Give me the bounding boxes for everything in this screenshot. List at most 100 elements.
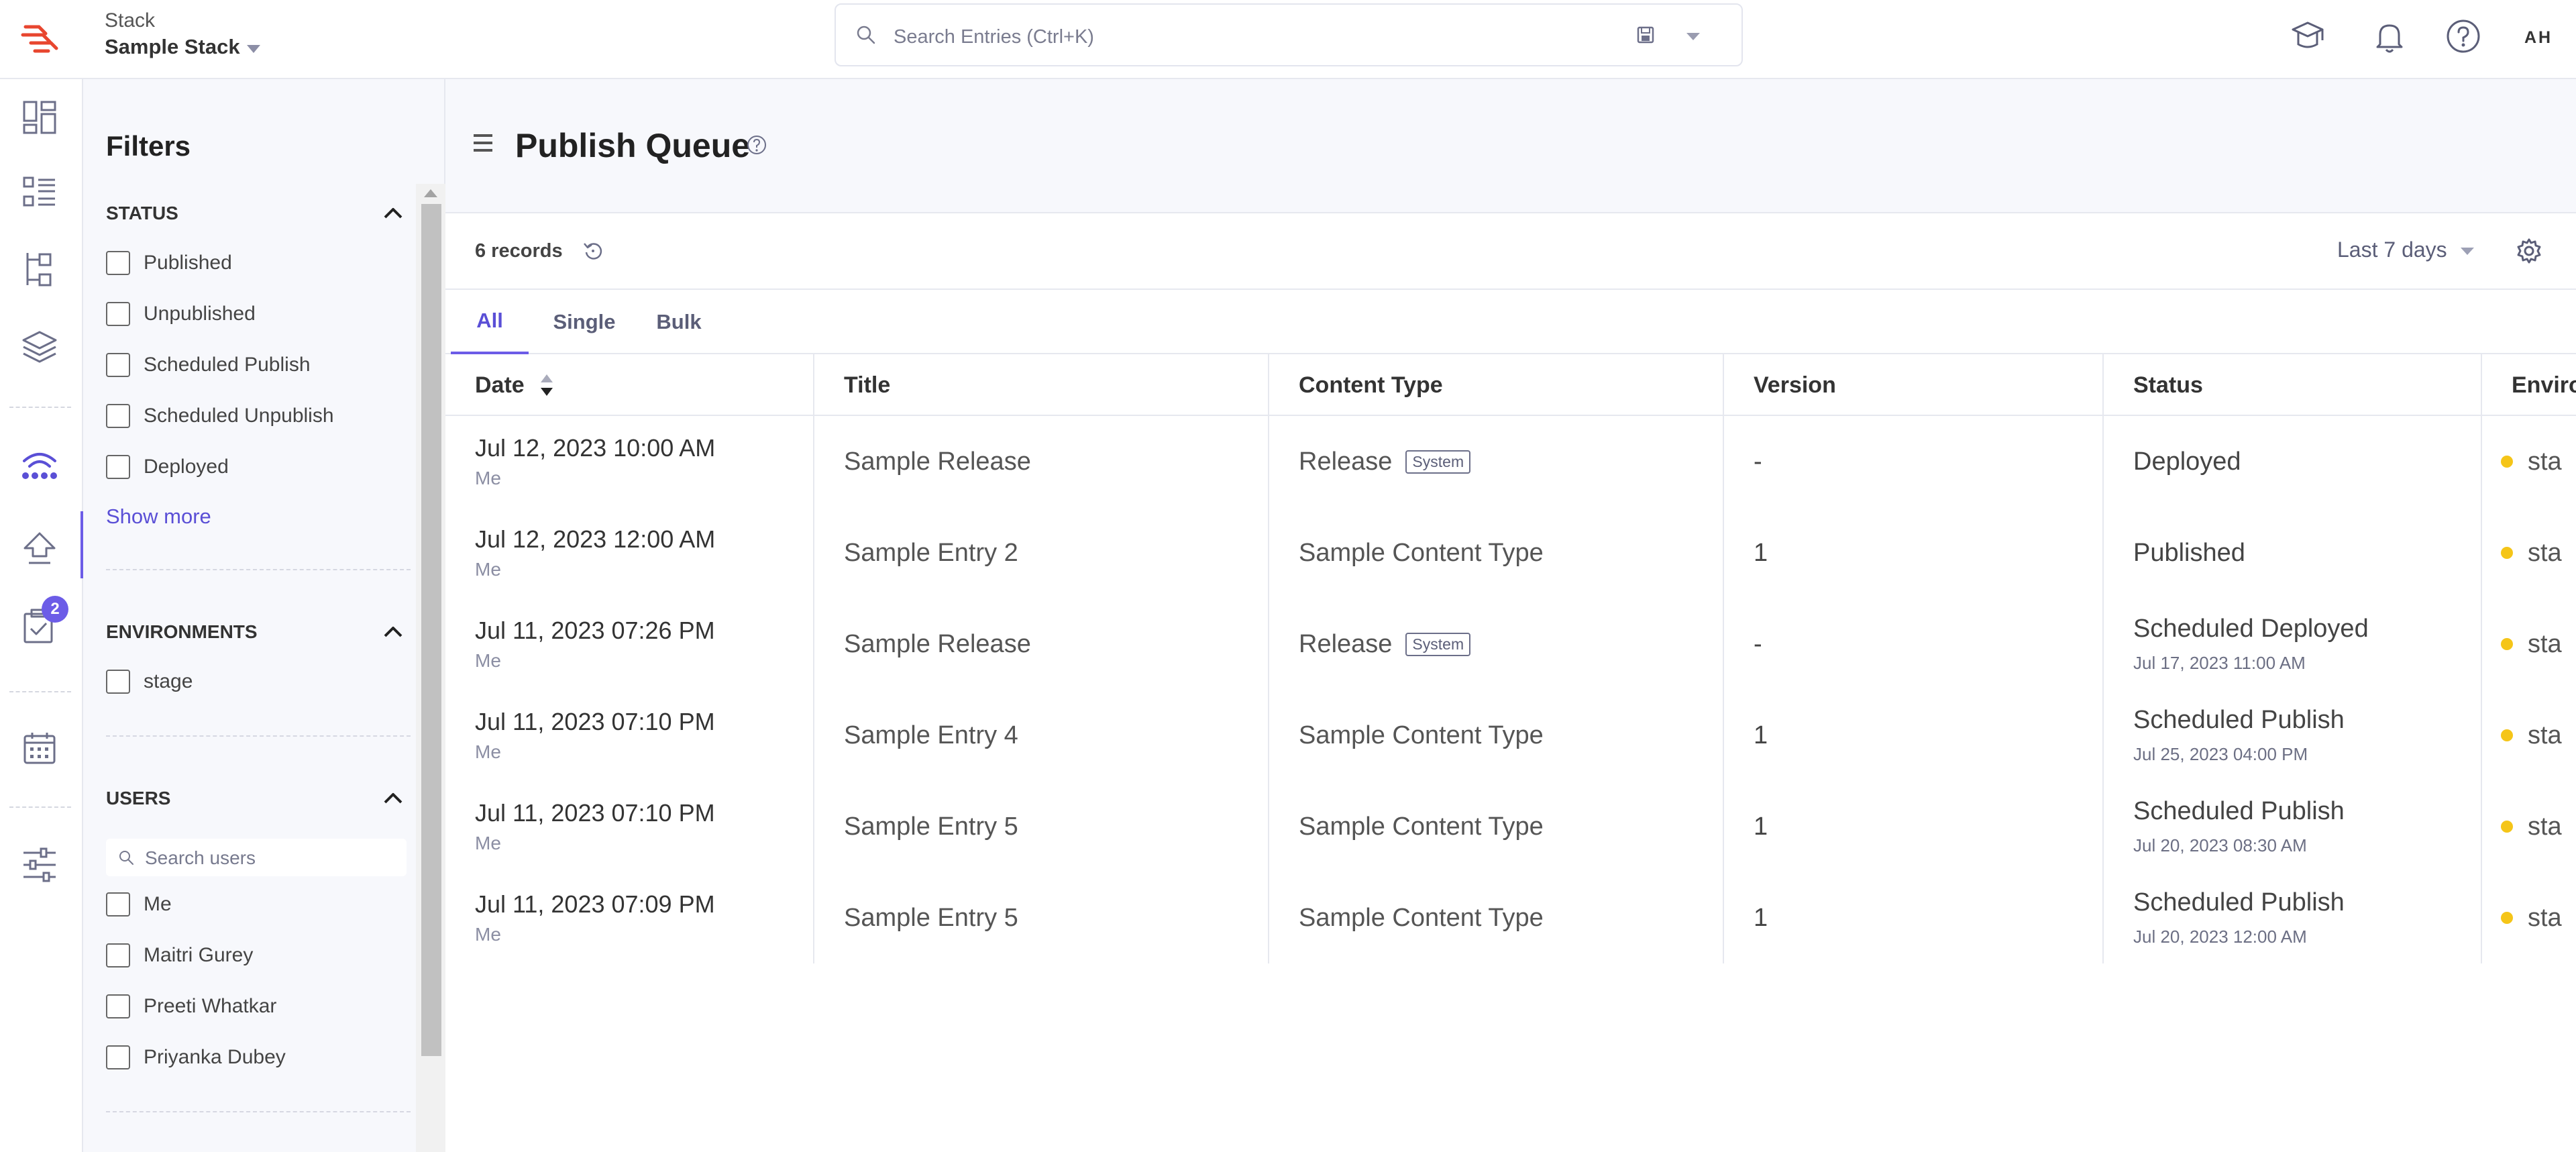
scheduled-time: Jul 17, 2023 11:00 AM	[2133, 653, 2306, 673]
system-tag: System	[1405, 632, 1471, 656]
checkbox[interactable]	[106, 302, 130, 326]
table-row[interactable]: Jul 12, 2023 10:00 AM Me Sample Release …	[445, 416, 2576, 507]
table-row[interactable]: Jul 11, 2023 07:10 PM Me Sample Entry 5 …	[445, 781, 2576, 872]
table-row[interactable]: Jul 12, 2023 12:00 AM Me Sample Entry 2 …	[445, 507, 2576, 598]
environment-cell: sta	[2482, 416, 2576, 507]
column-header-title[interactable]: Title	[814, 354, 1269, 416]
show-more-link[interactable]: Show more	[106, 505, 211, 529]
user-avatar[interactable]: AH	[2517, 16, 2560, 59]
version: 1	[1754, 812, 1768, 841]
academy-icon[interactable]	[2286, 15, 2329, 58]
status: Scheduled Publish	[2133, 888, 2345, 917]
entry-title[interactable]: Sample Entry 2	[844, 539, 1268, 568]
table-row[interactable]: Jul 11, 2023 07:09 PM Me Sample Entry 5 …	[445, 872, 2576, 963]
date-range-select[interactable]: Last 7 days	[2337, 238, 2474, 262]
contentstack-logo-icon[interactable]	[19, 17, 62, 60]
collapse-users-chevron-icon[interactable]	[380, 785, 407, 812]
checkbox[interactable]	[106, 892, 130, 917]
hamburger-menu-icon[interactable]	[472, 133, 494, 153]
column-header-status[interactable]: Status	[2104, 354, 2482, 416]
nav-divider	[9, 691, 71, 692]
user-filter-preeti-whatkar[interactable]: Preeti Whatkar	[106, 994, 276, 1018]
status: Scheduled Deployed	[2133, 615, 2369, 643]
help-circle-icon[interactable]	[746, 134, 767, 156]
tab-bulk[interactable]: Bulk	[640, 290, 718, 354]
environment-cell: sta	[2482, 598, 2576, 690]
notifications-bell-icon[interactable]	[2368, 15, 2411, 58]
column-header-environment[interactable]: Enviro	[2482, 354, 2576, 416]
title-cell: Sample Entry 5	[814, 872, 1268, 963]
checkbox[interactable]	[106, 670, 130, 694]
entry-title[interactable]: Sample Entry 4	[844, 721, 1268, 750]
entry-title[interactable]: Sample Release	[844, 630, 1268, 659]
search-options-caret-icon[interactable]	[1686, 33, 1700, 40]
checkbox-label: Unpublished	[144, 303, 256, 325]
scheduled-time: Jul 20, 2023 12:00 AM	[2133, 927, 2307, 947]
refresh-icon[interactable]	[582, 240, 604, 262]
publish-queue-icon[interactable]	[16, 441, 63, 488]
checkbox[interactable]	[106, 251, 130, 275]
content-type-cell: Sample Content Type	[1269, 690, 1723, 781]
scroll-up-arrow-icon[interactable]	[424, 189, 437, 197]
scrollbar-thumb[interactable]	[421, 204, 441, 1056]
stack-name: Sample Stack	[105, 35, 240, 58]
scheduled-time: Jul 25, 2023 04:00 PM	[2133, 744, 2308, 764]
dashboard-icon[interactable]	[16, 94, 63, 141]
search-icon	[118, 849, 134, 866]
filters-scrollbar[interactable]	[416, 184, 445, 1152]
table-row[interactable]: Jul 11, 2023 07:26 PM Me Sample Release …	[445, 598, 2576, 690]
entries-icon[interactable]	[16, 169, 63, 216]
search-entries-input[interactable]: Search Entries (Ctrl+K)	[835, 3, 1743, 66]
column-header-version[interactable]: Version	[1724, 354, 2104, 416]
checkbox[interactable]	[106, 943, 130, 967]
date-range-value: Last 7 days	[2337, 238, 2447, 262]
checkbox[interactable]	[106, 455, 130, 479]
checkbox[interactable]	[106, 404, 130, 428]
status-filter-published[interactable]: Published	[106, 251, 232, 275]
status-filter-deployed[interactable]: Deployed	[106, 455, 229, 479]
releases-icon[interactable]	[16, 526, 63, 573]
status: Scheduled Publish	[2133, 797, 2345, 825]
content-models-icon[interactable]	[16, 246, 63, 293]
sort-icon[interactable]	[539, 373, 554, 397]
assets-icon[interactable]	[16, 323, 63, 370]
environment-filter-stage[interactable]: stage	[106, 670, 193, 694]
user-filter-priyanka-dubey[interactable]: Priyanka Dubey	[106, 1045, 286, 1069]
status-filter-scheduled-publish[interactable]: Scheduled Publish	[106, 353, 311, 377]
main-content: Publish Queue 6 records Last 7 days All …	[445, 79, 2576, 1152]
table-body: Jul 12, 2023 10:00 AM Me Sample Release …	[445, 416, 2576, 965]
version: 1	[1754, 903, 1768, 932]
search-users-input[interactable]: Search users	[106, 839, 407, 876]
published-by: Me	[475, 559, 501, 580]
collapse-environments-chevron-icon[interactable]	[380, 619, 407, 645]
gear-icon[interactable]	[2516, 238, 2542, 264]
search-placeholder: Search Entries (Ctrl+K)	[894, 26, 1094, 48]
entry-title[interactable]: Sample Release	[844, 448, 1268, 476]
user-filter-maitri-gurey[interactable]: Maitri Gurey	[106, 943, 253, 967]
column-header-date[interactable]: Date	[445, 354, 814, 416]
top-bar: Stack Sample Stack Search Entries (Ctrl+…	[0, 0, 2576, 79]
user-filter-me[interactable]: Me	[106, 892, 172, 917]
checkbox[interactable]	[106, 353, 130, 377]
content-type: Sample Content Type	[1299, 538, 1544, 567]
status-filter-scheduled-unpublish[interactable]: Scheduled Unpublish	[106, 404, 334, 428]
tab-single[interactable]: Single	[541, 290, 628, 354]
checkbox[interactable]	[106, 994, 130, 1018]
saved-searches-icon[interactable]	[1635, 25, 1656, 45]
publish-date: Jul 12, 2023 10:00 AM	[475, 434, 716, 462]
tab-all[interactable]: All	[451, 290, 529, 354]
entry-title[interactable]: Sample Entry 5	[844, 813, 1268, 841]
table-row[interactable]: Jul 11, 2023 07:10 PM Me Sample Entry 4 …	[445, 690, 2576, 781]
help-icon[interactable]	[2442, 15, 2485, 58]
stack-switcher[interactable]: Sample Stack	[105, 35, 260, 59]
calendar-icon[interactable]	[16, 725, 63, 772]
collapse-status-chevron-icon[interactable]	[380, 200, 407, 227]
environment-status-dot	[2501, 729, 2513, 741]
entry-title[interactable]: Sample Entry 5	[844, 904, 1268, 933]
checkbox[interactable]	[106, 1045, 130, 1069]
settings-sliders-icon[interactable]	[16, 841, 63, 888]
column-header-content-type[interactable]: Content Type	[1269, 354, 1724, 416]
checkbox-label: Priyanka Dubey	[144, 1046, 286, 1068]
date-cell: Jul 11, 2023 07:10 PM Me	[445, 690, 813, 781]
status-filter-unpublished[interactable]: Unpublished	[106, 302, 256, 326]
